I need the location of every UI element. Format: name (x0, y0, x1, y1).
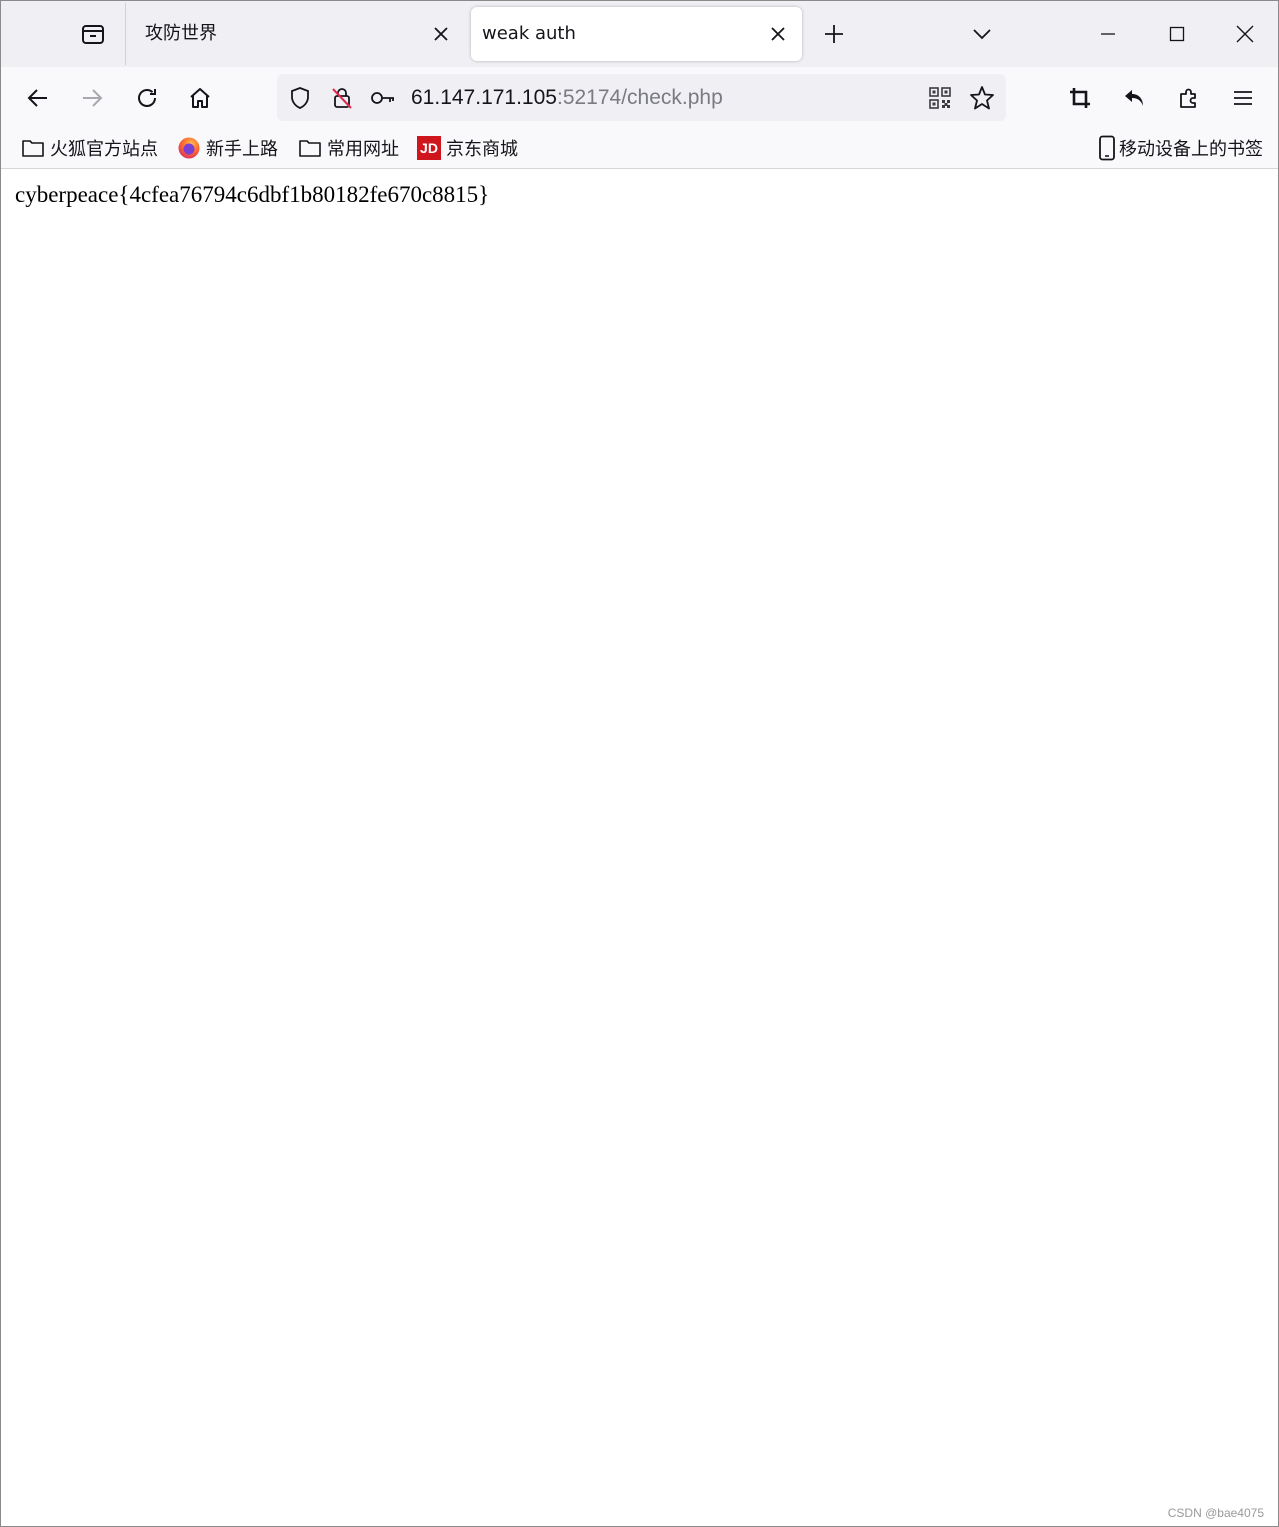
tab-weak-auth[interactable]: weak auth (471, 7, 802, 61)
arrow-left-icon (27, 89, 47, 107)
bookmark-label: 新手上路 (206, 139, 278, 160)
home-button[interactable] (180, 78, 220, 118)
app-menu-button[interactable] (1223, 78, 1263, 118)
bookmark-item[interactable]: 新手上路 (177, 128, 278, 168)
window-close-button[interactable] (1210, 1, 1278, 67)
tab-title: 攻防世界 (145, 23, 217, 44)
url-path: :52174/check.php (556, 86, 723, 109)
tab-close-button[interactable] (429, 22, 453, 46)
mobile-bookmarks[interactable]: 移动设备上的书签 (1095, 128, 1263, 168)
folder-icon (21, 136, 45, 160)
new-tab-button[interactable] (814, 14, 854, 54)
bookmarks-toolbar: 火狐官方站点 新手上路 常用网址 JD 京东商城 移动设备上的书签 (1, 128, 1278, 169)
minimize-icon (1100, 33, 1115, 35)
bookmark-label: 火狐官方站点 (50, 139, 158, 160)
key-icon[interactable] (368, 83, 398, 113)
jd-icon: JD (417, 136, 441, 160)
screenshot-button[interactable] (1060, 78, 1100, 118)
bookmark-item[interactable]: 常用网址 (298, 128, 399, 168)
undo-button[interactable] (1114, 78, 1154, 118)
url-bar[interactable]: 61.147.171.105:52174/check.php (277, 74, 1006, 121)
tracking-protection-shield-icon[interactable] (285, 83, 315, 113)
browser-window: 攻防世界 weak auth 61.147.171.105:52174/chec… (0, 0, 1279, 1527)
back-button[interactable] (18, 78, 58, 118)
tab-gongfang[interactable]: 攻防世界 (127, 7, 467, 61)
tab-strip: 攻防世界 weak auth (1, 1, 1278, 67)
bookmark-star-icon[interactable] (967, 83, 997, 113)
extensions-button[interactable] (1169, 78, 1209, 118)
tab-separator (125, 3, 126, 65)
undo-arrow-icon (1125, 90, 1143, 106)
insecure-lock-icon[interactable] (327, 83, 357, 113)
close-icon (1236, 25, 1253, 43)
folder-icon (298, 136, 322, 160)
chevron-down-icon (973, 29, 991, 40)
firefox-view-button[interactable] (65, 11, 121, 57)
minimize-button[interactable] (1073, 1, 1142, 67)
list-all-tabs-button[interactable] (962, 14, 1002, 54)
watermark: CSDN @bae4075 (1167, 1506, 1264, 1520)
maximize-icon (1169, 26, 1184, 42)
home-icon (190, 88, 210, 108)
close-icon (434, 27, 448, 41)
url-host: 61.147.171.105 (411, 86, 557, 109)
forward-button[interactable] (72, 78, 112, 118)
page-content: cyberpeace{4cfea76794c6dbf1b80182fe670c8… (1, 170, 1278, 1526)
firefox-icon (177, 136, 201, 160)
url-text[interactable]: 61.147.171.105:52174/check.php (411, 74, 723, 121)
reload-icon (138, 89, 156, 107)
nav-bar: 61.147.171.105:52174/check.php (1, 67, 1278, 128)
hamburger-menu-icon (1234, 91, 1252, 105)
mobile-bookmarks-label: 移动设备上的书签 (1119, 139, 1263, 160)
tab-title: weak auth (482, 23, 576, 44)
bookmark-item[interactable]: JD 京东商城 (417, 128, 518, 168)
flag-text: cyberpeace{4cfea76794c6dbf1b80182fe670c8… (15, 182, 490, 207)
bookmark-label: 常用网址 (327, 139, 399, 160)
bookmark-item[interactable]: 火狐官方站点 (21, 128, 158, 168)
close-icon (771, 27, 785, 41)
reload-button[interactable] (127, 78, 167, 118)
tab-close-button[interactable] (766, 22, 790, 46)
qr-code-icon[interactable] (925, 83, 955, 113)
plus-icon (825, 25, 843, 43)
arrow-right-icon (83, 89, 103, 107)
maximize-button[interactable] (1142, 1, 1211, 67)
puzzle-icon (1180, 88, 1196, 108)
bookmark-label: 京东商城 (446, 139, 518, 160)
mobile-device-icon (1095, 135, 1119, 161)
firefox-view-icon (82, 25, 104, 44)
crop-icon (1070, 88, 1090, 108)
